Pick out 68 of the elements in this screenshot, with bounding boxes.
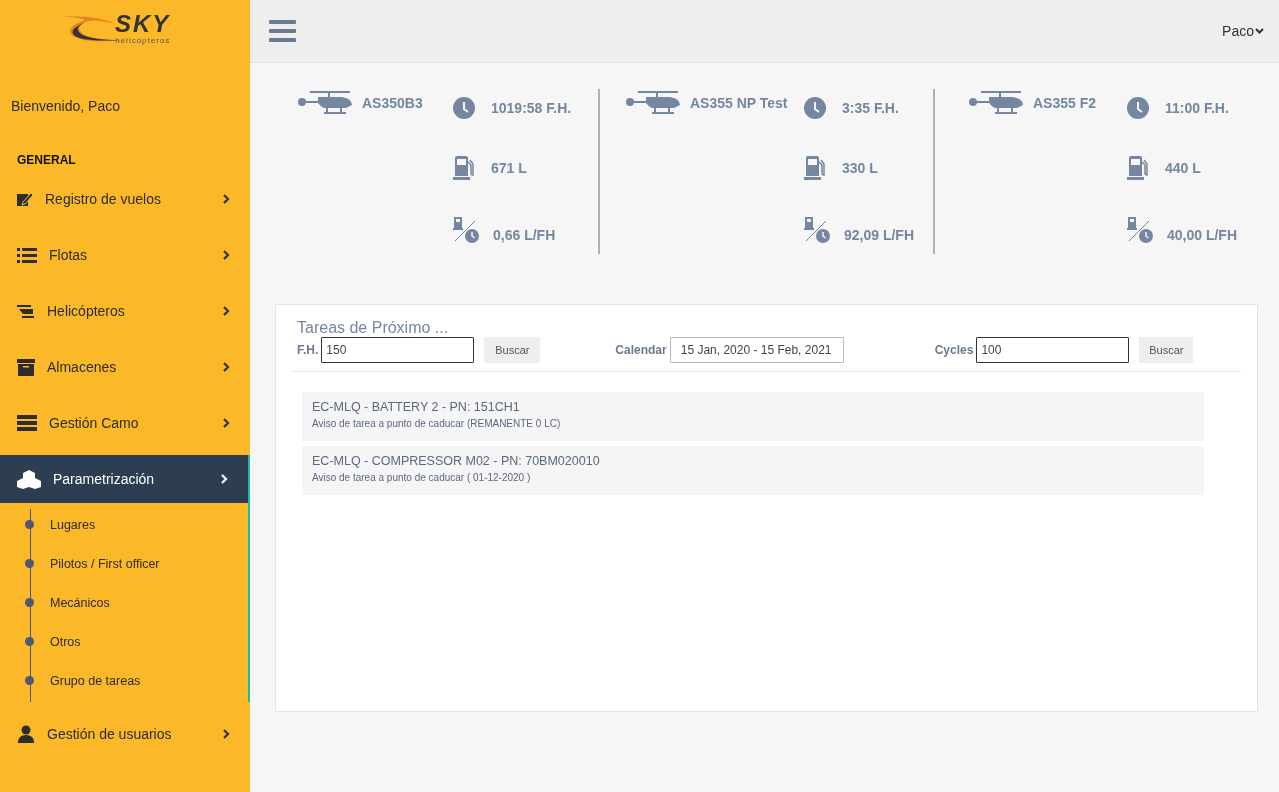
flight-hours: 1019:58 F.H. <box>491 100 572 116</box>
task-item[interactable]: EC-MLQ - BATTERY 2 - PN: 151CH1 Aviso de tarea a punto de caducar (REMANENTE 0 LC) <box>302 392 1204 441</box>
sidebar-item[interactable]: Almacenes <box>0 343 250 391</box>
chevron-right-icon <box>223 362 230 372</box>
aircraft-name: AS355 NP Test <box>690 94 788 111</box>
clock-icon <box>1127 97 1149 119</box>
aircraft-name: AS350B3 <box>362 94 423 111</box>
sidebar-item[interactable]: Flotas <box>0 231 250 279</box>
input-field[interactable]: 15 Jan, 2020 - 15 Feb, 2021 <box>669 337 844 363</box>
clock-icon <box>453 97 475 119</box>
sidebar-item[interactable]: Gestión de usuarios <box>0 710 250 758</box>
fuel-per-hour-icon <box>804 217 830 243</box>
sidebar-item[interactable]: Helicópteros <box>0 287 250 335</box>
menu-icon[interactable] <box>269 20 296 42</box>
fuel-amount: 440 L <box>1165 160 1201 176</box>
chevron-right-icon <box>223 418 230 428</box>
panel-title: Tareas de Próximo ... <box>297 319 450 337</box>
fuel-pump-icon <box>1127 156 1149 180</box>
task-detail: Aviso de tarea a punto de caducar ( 01-12-2020 ) <box>312 472 532 483</box>
cubes-icon <box>17 469 41 489</box>
server-icon <box>17 415 37 431</box>
fuel-consumption: 0,66 L/FH <box>493 226 556 243</box>
fuel-pump-icon <box>804 156 826 180</box>
user-icon <box>17 725 35 743</box>
submenu-item[interactable]: Lugares <box>0 505 248 544</box>
fuel-amount: 671 L <box>491 160 527 176</box>
fuel-per-hour-icon <box>1127 217 1153 243</box>
filter-label: F.H. <box>297 343 319 357</box>
logo-wordmark: SKY <box>115 12 171 36</box>
flight-hours: 11:00 F.H. <box>1165 100 1229 116</box>
search-button[interactable]: Buscar <box>484 337 541 363</box>
filter-label: Calendar <box>615 343 667 357</box>
caret-down-icon <box>1255 28 1264 34</box>
search-button[interactable]: Buscar <box>1139 337 1194 363</box>
chevron-right-icon <box>223 194 230 204</box>
task-detail: Aviso de tarea a punto de caducar (REMANENTE 0 LC) <box>312 418 562 429</box>
user-menu[interactable]: Paco <box>1222 23 1264 39</box>
fuel-consumption: 40,00 L/FH <box>1167 226 1238 243</box>
fuel-consumption: 92,09 L/FH <box>844 226 915 243</box>
chevron-right-icon <box>221 474 228 484</box>
section-heading: GENERAL <box>17 153 77 167</box>
task-title: EC-MLQ - COMPRESSOR M02 - PN: 70BM020010 <box>312 454 601 468</box>
flight-hours: 3:35 F.H. <box>842 100 899 116</box>
logo-tagline: helicópteros <box>115 36 171 45</box>
chevron-right-icon <box>223 306 230 316</box>
fuel-amount: 330 L <box>842 160 878 176</box>
submenu-item[interactable]: Mecánicos <box>0 583 248 622</box>
fuel-per-hour-icon <box>453 217 479 243</box>
sidebar-item[interactable]: Parametrización <box>0 455 250 503</box>
input-field[interactable]: 100 <box>976 337 1130 363</box>
input-field[interactable]: 150 <box>321 337 475 363</box>
chevron-right-icon <box>223 729 230 739</box>
task-title: EC-MLQ - BATTERY 2 - PN: 151CH1 <box>312 400 521 414</box>
chevron-right-icon <box>223 250 230 260</box>
clock-icon <box>804 97 826 119</box>
list-icon <box>17 247 37 263</box>
sidebar-item[interactable]: Gestión Camo <box>0 399 250 447</box>
submenu-item[interactable]: Grupo de tareas <box>0 661 248 700</box>
edit-icon <box>17 192 33 206</box>
archive-box-icon <box>17 358 35 376</box>
submenu-item[interactable]: Otros <box>0 622 248 661</box>
task-item[interactable]: EC-MLQ - COMPRESSOR M02 - PN: 70BM020010 Aviso de tarea a punto de caducar ( 01-12-2020 ) <box>302 446 1204 495</box>
submenu-item[interactable]: Pilotos / First officer <box>0 544 248 583</box>
filter-label: Cycles <box>934 343 974 357</box>
fuel-pump-icon <box>453 156 475 180</box>
welcome-text: Bienvenido, Paco <box>11 98 121 114</box>
sidebar-item[interactable]: Registro de vuelos <box>0 175 250 223</box>
aircraft-name: AS355 F2 <box>1033 94 1097 111</box>
